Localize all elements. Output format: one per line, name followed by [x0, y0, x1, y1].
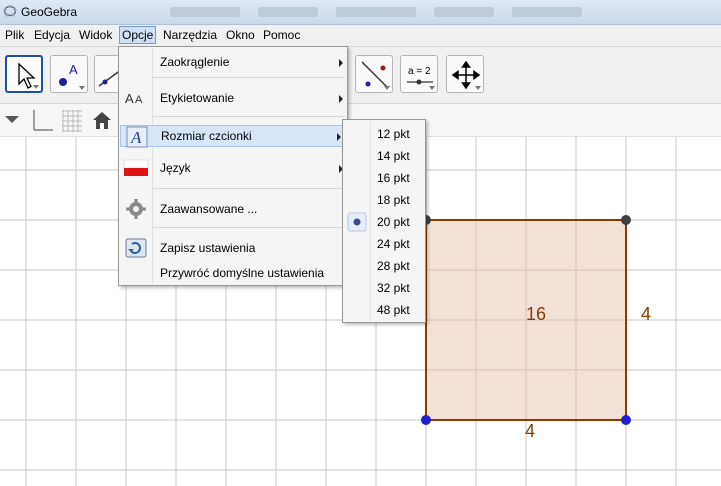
point-top-right[interactable] — [621, 215, 631, 225]
font-size-48[interactable]: 48 pkt — [343, 299, 425, 321]
font-size-option-label: 18 pkt — [377, 193, 410, 207]
gear-icon — [126, 199, 146, 219]
font-size-option-label: 12 pkt — [377, 127, 410, 141]
tool-move[interactable] — [5, 55, 43, 93]
point-bottom-right[interactable] — [621, 415, 631, 425]
menu-item-label: Przywróć domyślne ustawienia — [160, 266, 325, 280]
menu-opcje[interactable]: Opcje — [119, 26, 157, 44]
font-size-28[interactable]: 28 pkt — [343, 255, 425, 277]
menu-bar: Plik Edycja Widok Opcje Narzędzia Okno P… — [0, 25, 721, 47]
menu-separator — [153, 227, 345, 228]
menu-plik[interactable]: Plik — [3, 28, 26, 42]
menu-item-jezyk[interactable]: Język — [119, 157, 347, 179]
submenu-arrow-icon — [339, 95, 343, 103]
font-size-submenu: 12 pkt 14 pkt 16 pkt 18 pkt 20 pkt 24 pk… — [342, 119, 426, 323]
tool-slider[interactable]: a = 2 — [400, 55, 438, 93]
menu-item-przywroc-domyslne[interactable]: Przywróć domyślne ustawienia — [119, 262, 347, 284]
font-size-icon: A — [126, 126, 148, 148]
font-size-24[interactable]: 24 pkt — [343, 233, 425, 255]
font-size-18[interactable]: 18 pkt — [343, 189, 425, 211]
tool-point[interactable]: A — [50, 55, 88, 93]
menu-item-etykietowanie[interactable]: A A Etykietowanie — [119, 87, 347, 109]
menu-item-zaawansowane[interactable]: Zaawansowane ... — [119, 198, 347, 220]
show-grid-icon[interactable] — [60, 108, 84, 132]
menu-item-label: Etykietowanie — [160, 91, 235, 105]
menu-item-zaokraglenie[interactable]: Zaokrąglenie — [119, 51, 347, 73]
point-bottom-left[interactable] — [421, 415, 431, 425]
menu-item-label: Język — [160, 161, 191, 175]
move-arrow-icon — [18, 62, 36, 89]
font-size-option-label: 16 pkt — [377, 171, 410, 185]
menu-separator — [153, 188, 345, 189]
selected-radio-icon — [347, 212, 367, 232]
point-tool-label: A — [69, 62, 78, 77]
window-title: GeoGebra — [21, 5, 78, 19]
label-aa-icon: A A — [125, 91, 143, 106]
font-size-option-label: 48 pkt — [377, 303, 410, 317]
svg-text:A: A — [130, 128, 142, 147]
menu-item-label: Zapisz ustawienia — [160, 241, 256, 255]
font-size-12[interactable]: 12 pkt — [343, 123, 425, 145]
svg-text:A: A — [125, 91, 134, 106]
save-settings-icon — [125, 238, 147, 258]
tool-move-graphics-view[interactable] — [446, 55, 484, 93]
font-size-option-label: 14 pkt — [377, 149, 410, 163]
menu-separator — [153, 116, 345, 117]
svg-text:A: A — [135, 94, 143, 106]
geogebra-logo-icon — [3, 5, 17, 17]
menu-pomoc[interactable]: Pomoc — [261, 28, 302, 42]
menu-item-label: Rozmiar czcionki — [161, 129, 252, 143]
toggle-style-bar-icon[interactable] — [2, 108, 26, 132]
font-size-option-label: 32 pkt — [377, 281, 410, 295]
menu-widok[interactable]: Widok — [77, 28, 114, 42]
font-size-14[interactable]: 14 pkt — [343, 145, 425, 167]
menu-okno[interactable]: Okno — [224, 28, 257, 42]
font-size-option-label: 28 pkt — [377, 259, 410, 273]
home-standard-view-icon[interactable] — [90, 108, 114, 132]
tool-line[interactable] — [94, 55, 121, 93]
font-size-16[interactable]: 16 pkt — [343, 167, 425, 189]
menu-item-rozmiar-czcionki[interactable]: A Rozmiar czcionki — [120, 125, 346, 148]
menu-narzedzia[interactable]: Narzędzia — [161, 28, 219, 42]
menu-item-zapisz-ustawienia[interactable]: Zapisz ustawienia — [119, 237, 347, 259]
flag-icon — [123, 159, 149, 176]
options-menu: Zaokrąglenie A A Etykietowanie A Rozmiar… — [118, 46, 348, 286]
menu-item-label: Zaawansowane ... — [160, 202, 258, 216]
submenu-arrow-icon — [339, 59, 343, 67]
slider-tool-label: a = 2 — [408, 66, 431, 77]
show-axes-icon[interactable] — [29, 108, 53, 132]
toolbar: A a = 2 — [0, 47, 721, 104]
menu-item-label: Zaokrąglenie — [160, 55, 230, 69]
side-length-label-bottom: 4 — [525, 421, 536, 441]
tool-perpendicular-line[interactable] — [355, 55, 393, 93]
area-label: 16 — [526, 304, 547, 324]
font-size-option-label: 24 pkt — [377, 237, 410, 251]
side-length-label-right: 4 — [641, 304, 652, 324]
font-size-32[interactable]: 32 pkt — [343, 277, 425, 299]
font-size-20[interactable]: 20 pkt — [343, 211, 425, 233]
title-bar: GeoGebra — [0, 0, 721, 25]
menu-separator — [153, 77, 345, 78]
blurred-taskbar-tabs — [170, 6, 721, 18]
font-size-option-label: 20 pkt — [377, 215, 410, 229]
submenu-arrow-icon — [337, 133, 341, 141]
menu-edycja[interactable]: Edycja — [32, 28, 72, 42]
